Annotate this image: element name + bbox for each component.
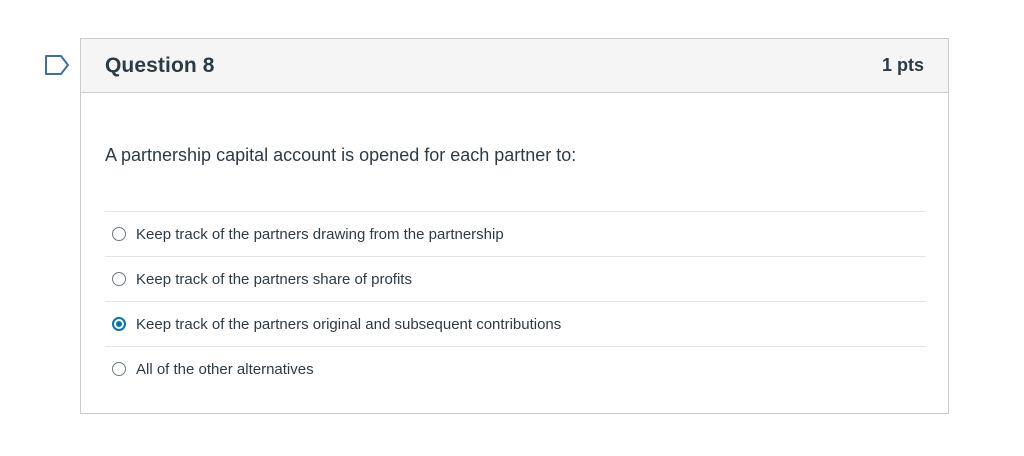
question-card: Question 8 1 pts A partnership capital a… [80, 38, 949, 414]
answer-radio-2[interactable] [112, 272, 126, 286]
answer-option-3[interactable]: Keep track of the partners original and … [105, 302, 926, 347]
answer-label-2: Keep track of the partners share of prof… [136, 270, 412, 288]
question-text: A partnership capital account is opened … [105, 145, 577, 165]
answer-option-1[interactable]: Keep track of the partners drawing from … [105, 212, 926, 257]
answer-radio-3[interactable] [112, 317, 126, 331]
question-title: Question 8 [105, 53, 215, 77]
answer-option-2[interactable]: Keep track of the partners share of prof… [105, 257, 926, 302]
answer-radio-4[interactable] [112, 362, 126, 376]
answer-option-4[interactable]: All of the other alternatives [105, 347, 926, 391]
question-points: 1 pts [881, 55, 924, 75]
answer-list: Keep track of the partners drawing from … [105, 211, 926, 391]
flag-question-icon[interactable] [44, 54, 72, 76]
question-header: Question 8 1 pts [81, 39, 948, 93]
question-body: A partnership capital account is opened … [81, 93, 948, 391]
answer-label-3: Keep track of the partners original and … [136, 315, 562, 333]
answer-label-4: All of the other alternatives [136, 360, 314, 378]
answer-radio-1[interactable] [112, 227, 126, 241]
answer-label-1: Keep track of the partners drawing from … [136, 225, 504, 243]
